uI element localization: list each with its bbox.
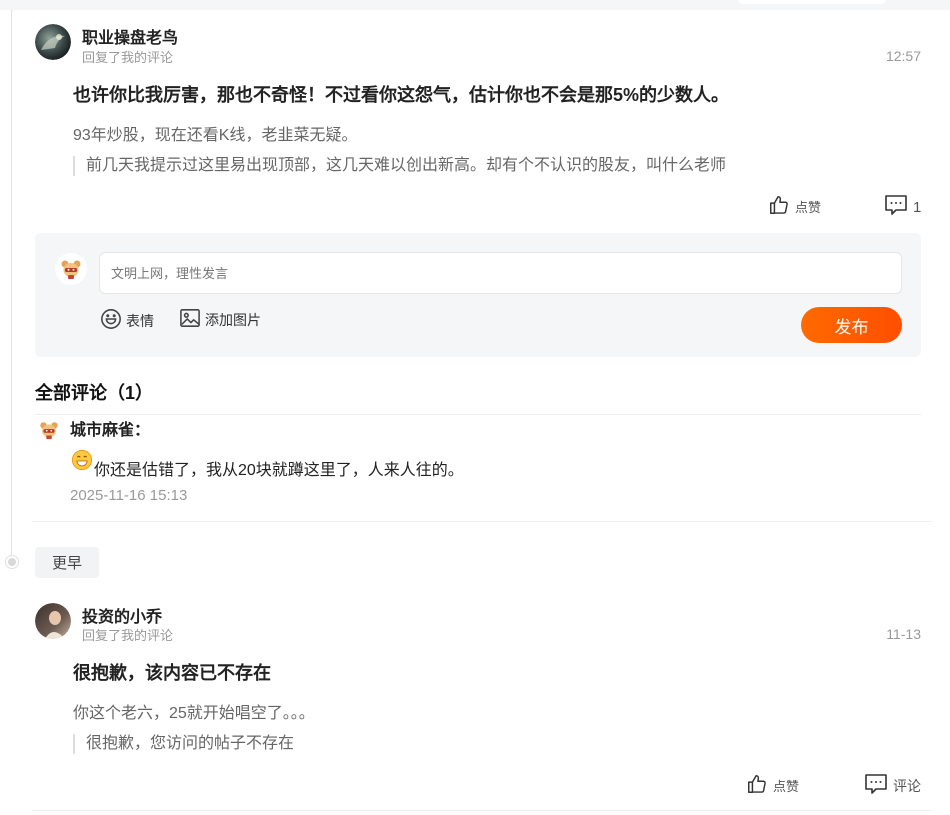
comment-time: 2025-11-16 15:13 [70,487,188,504]
emoji-label: 表情 [126,312,154,329]
earlier-label: 更早 [35,547,99,578]
avatar[interactable] [35,24,71,60]
grin-emoji-icon [71,449,93,471]
timestamp: 12:57 [885,48,921,64]
smiley-icon [100,308,122,333]
add-image-button[interactable]: 添加图片 [179,308,261,331]
commenter-name[interactable]: 城市麻雀： [70,416,150,440]
quoted-comment[interactable]: 很抱歉，您访问的帖子不存在 [73,734,294,754]
timestamp: 11-13 [886,626,921,642]
divider [32,810,932,811]
like-button[interactable]: 点赞 [768,194,821,219]
top-pill [738,0,886,4]
notification-card: 职业操盘老鸟 回复了我的评论 12:57 也许你比我厉害，那也不奇怪！不过看你这… [35,24,921,224]
reply-box: 表情 添加图片 发布 [35,233,921,357]
reply-input[interactable] [99,252,902,294]
divider [32,521,932,522]
top-bar [0,0,950,10]
notification-card: 投资的小乔 回复了我的评论 11-13 很抱歉，该内容已不存在 你这个老六，25… [35,603,921,803]
commenter-avatar[interactable] [38,419,60,441]
reply-title[interactable]: 也许你比我厉害，那也不奇怪！不过看你这怨气，估计你也不会是那5%的少数人。 [73,81,729,107]
comment-button[interactable]: 评论 [864,773,921,798]
comment-button[interactable]: 1 [884,194,921,220]
comment-label: 评论 [893,777,921,794]
action-text: 回复了我的评论 [82,50,174,65]
publish-button[interactable]: 发布 [801,307,902,343]
quoted-comment[interactable]: 前几天我提示过这里易出现顶部，这几天难以创出新高。却有个不认识的股友，叫什么老师 [73,156,726,176]
reply-title[interactable]: 很抱歉，该内容已不存在 [73,659,271,685]
thumbs-up-icon [768,194,790,219]
comment-text: 你还是估错了，我从20块就蹲这里了，人来人往的。 [94,462,464,479]
like-label: 点赞 [795,200,822,215]
comment-bubble-icon [864,773,888,798]
comment-bubble-icon [884,194,908,220]
action-text: 回复了我的评论 [82,628,174,643]
current-user-avatar [55,253,87,285]
all-comments-title: 全部评论（1） [35,383,154,403]
author-name[interactable]: 职业操盘老鸟 [82,24,178,48]
timeline-dot [6,556,18,568]
add-image-label: 添加图片 [205,311,261,328]
image-icon [179,308,201,331]
timeline-line [11,10,12,561]
like-label: 点赞 [773,779,800,794]
like-button[interactable]: 点赞 [746,773,799,798]
emoji-button[interactable]: 表情 [100,308,154,333]
author-name[interactable]: 投资的小乔 [82,603,162,627]
reply-content: 93年炒股，现在还看K线，老韭菜无疑。 [73,127,358,144]
divider [35,414,921,415]
thumbs-up-icon [746,773,768,798]
avatar[interactable] [35,603,71,639]
comment-count: 1 [913,198,922,216]
reply-content: 你这个老六，25就开始唱空了。。。 [73,705,315,722]
